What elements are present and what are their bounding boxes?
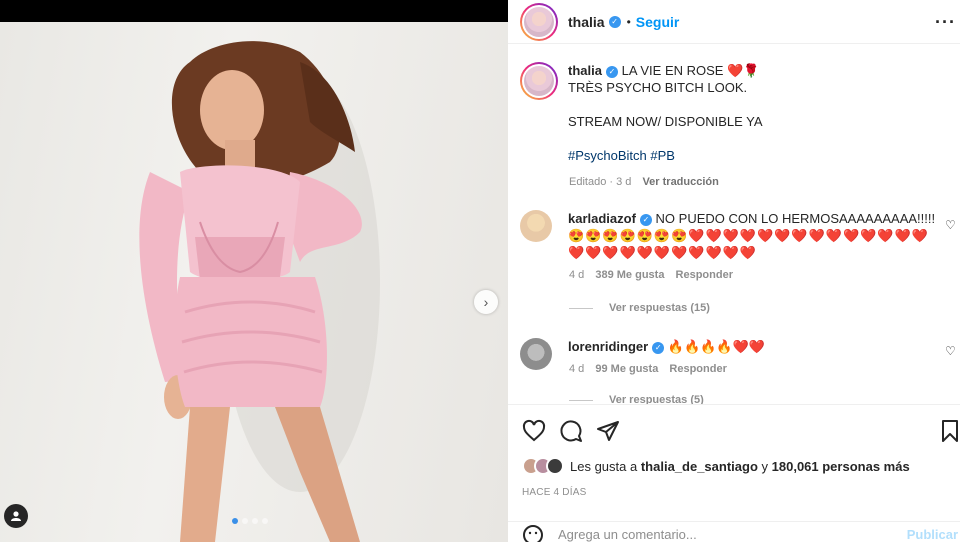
emoji-smiley-icon[interactable]: [522, 524, 544, 542]
user-icon: [11, 511, 21, 521]
comment-age: 4 d: [569, 269, 585, 281]
view-replies-button[interactable]: Ver respuestas (5): [569, 394, 704, 404]
comment-text: NO PUEDO CON LO HERMOSAAAAAAAAA!!!!!: [655, 211, 936, 226]
comment-meta: 4 d 99 Me gusta Responder: [569, 363, 727, 375]
likes-conjunction: y: [761, 458, 769, 474]
tagged-users-button[interactable]: [4, 504, 28, 528]
comment-bubble-icon[interactable]: [559, 419, 583, 443]
reply-button[interactable]: Responder: [676, 269, 733, 281]
comments-section[interactable]: thalia ✓ LA VIE EN ROSE ❤️🌹 TRÈS PSYCHO B…: [508, 52, 960, 404]
caption-edited: Editado · 3 d: [569, 176, 632, 188]
view-replies-button[interactable]: Ver respuestas (15): [569, 302, 710, 314]
separator-dot: •: [626, 14, 631, 29]
caption: thalia ✓ LA VIE EN ROSE ❤️🌹 TRÈS PSYCHO B…: [520, 62, 943, 164]
publish-button[interactable]: Publicar: [907, 527, 958, 542]
likes-count[interactable]: 180,061 personas más: [772, 459, 910, 474]
comment-likes[interactable]: 99 Me gusta: [595, 363, 658, 375]
commenter-avatar[interactable]: [520, 210, 552, 242]
liker-username[interactable]: thalia_de_santiago: [641, 459, 758, 474]
media-top-bar: [0, 0, 508, 22]
liker-avatar: [546, 457, 564, 475]
actions-bar: Les gusta a thalia_de_santiago y 180,061…: [508, 404, 960, 542]
comment-likes[interactable]: 389 Me gusta: [595, 269, 664, 281]
commenter-avatar[interactable]: [520, 338, 552, 370]
chevron-right-icon: ›: [483, 294, 489, 310]
photo-figure: [139, 41, 380, 542]
comment-age: 4 d: [569, 363, 585, 375]
like-heart-icon[interactable]: [522, 419, 546, 443]
caption-meta: Editado · 3 d Ver traducción: [569, 176, 719, 188]
caption-username[interactable]: thalia: [568, 63, 602, 78]
verified-badge-icon: ✓: [608, 15, 621, 28]
reply-button[interactable]: Responder: [669, 363, 726, 375]
post-time[interactable]: HACE 4 DÍAS: [522, 487, 586, 498]
author-avatar[interactable]: [520, 2, 558, 41]
comment-text: 🔥🔥🔥🔥❤️❤️: [667, 339, 765, 354]
caption-hashtags[interactable]: #PsychoBitch #PB: [568, 148, 675, 163]
caption-line-3: STREAM NOW/ DISPONIBLE YA: [568, 114, 763, 129]
carousel-dot: [242, 518, 248, 524]
author-username[interactable]: thalia: [568, 14, 605, 30]
bookmark-icon[interactable]: [940, 419, 960, 443]
verified-badge-icon: ✓: [639, 213, 652, 226]
commenter-username[interactable]: karladiazof: [568, 211, 636, 226]
post-header: thalia ✓ • Seguir ···: [508, 0, 960, 44]
caption-avatar[interactable]: [520, 62, 558, 100]
more-options-icon[interactable]: ···: [935, 12, 956, 33]
carousel-dot: [252, 518, 258, 524]
likes-prefix: Les gusta a: [570, 458, 638, 474]
carousel-dot-active: [232, 518, 238, 524]
carousel-dot: [262, 518, 268, 524]
post-image[interactable]: ›: [0, 22, 508, 542]
next-photo-button[interactable]: ›: [474, 290, 498, 314]
comment-meta: 4 d 389 Me gusta Responder: [569, 269, 733, 281]
post-details-panel: thalia ✓ • Seguir ··· thalia ✓ LA VIE EN …: [508, 0, 960, 542]
comment-input[interactable]: Agrega un comentario...: [558, 527, 697, 542]
share-paper-plane-icon[interactable]: [596, 419, 620, 443]
follow-button[interactable]: Seguir: [636, 14, 680, 30]
add-comment-bar: Agrega un comentario... Publicar: [508, 521, 960, 542]
translate-link[interactable]: Ver traducción: [642, 176, 718, 188]
likes-summary: Les gusta a thalia_de_santiago y 180,061…: [522, 457, 910, 475]
carousel-indicator: [232, 518, 268, 524]
comment-emojis: 😍😍😍😍😍😍😍❤️❤️❤️❤️❤️❤️❤️❤️❤️❤️❤️❤️❤️❤️❤️❤️❤…: [568, 228, 929, 260]
verified-badge-icon: ✓: [605, 65, 618, 78]
comment-item: karladiazof ✓ NO PUEDO CON LO HERMOSAAAAA…: [520, 210, 956, 261]
verified-badge-icon: ✓: [652, 341, 665, 354]
caption-line-1: LA VIE EN ROSE ❤️🌹: [621, 63, 760, 78]
commenter-username[interactable]: lorenridinger: [568, 339, 648, 354]
caption-line-2: TRÈS PSYCHO BITCH LOOK.: [568, 80, 748, 95]
